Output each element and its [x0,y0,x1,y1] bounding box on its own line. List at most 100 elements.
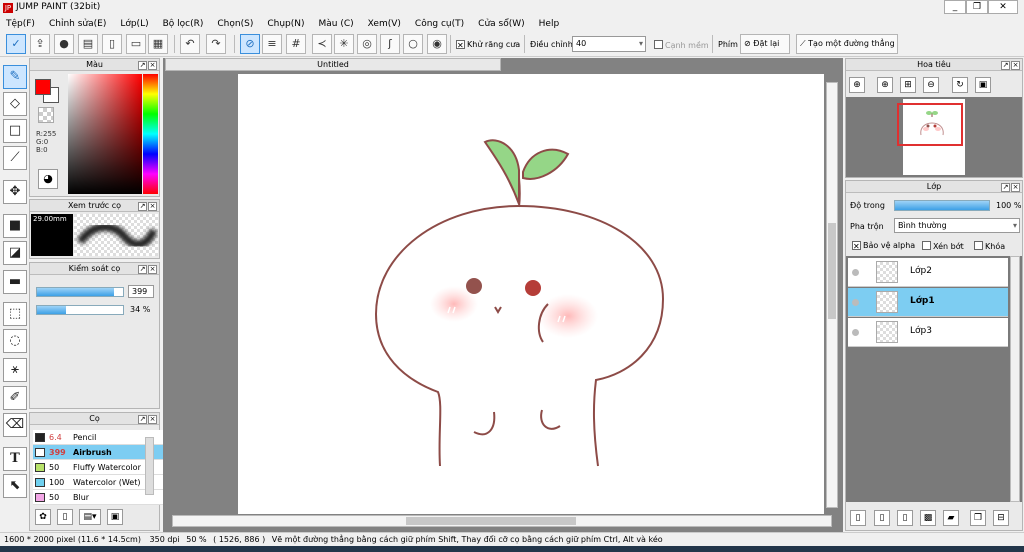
zoom-in-icon[interactable]: ⊕ [877,77,893,93]
layer-folder-icon[interactable]: ▰ [943,510,959,526]
magic-wand-tool-icon[interactable]: ⚹ [3,358,27,382]
menu-capture[interactable]: Chụp(N) [267,17,304,31]
menu-color[interactable]: Màu (C) [319,17,354,31]
undock-icon[interactable]: ↗ [1001,183,1010,192]
comment-icon[interactable]: ● [54,34,74,54]
operation-tool-icon[interactable]: ⬉ [3,474,27,498]
undo-icon[interactable]: ↶ [180,34,200,54]
undock-icon[interactable]: ↗ [138,415,147,424]
grid-ruler-icon[interactable]: # [286,34,306,54]
select-eraser-tool-icon[interactable]: ⌫ [3,413,27,437]
visibility-icon[interactable] [852,299,859,306]
brush-menu-icon[interactable]: ▤▾ [79,509,101,525]
lasso-tool-icon[interactable]: ◌ [3,329,27,353]
canvas-tab[interactable]: Untitled [165,58,501,71]
brush-size-slider[interactable] [36,287,124,297]
zoom-out-icon[interactable]: ⊖ [923,77,939,93]
undock-icon[interactable]: ↗ [138,202,147,211]
clipping-checkbox[interactable] [922,241,931,250]
close-button[interactable]: ✕ [988,0,1018,14]
redo-icon[interactable]: ↷ [206,34,226,54]
layer-row-lop2[interactable]: Lớp2 [848,258,1008,287]
rectangle-select-tool-icon[interactable]: □ [3,119,27,143]
horizontal-scroll-thumb[interactable] [406,517,576,525]
blend-mode-select[interactable]: Bình thường ▾ [894,218,1020,233]
menu-view[interactable]: Xem(V) [368,17,401,31]
check-icon[interactable]: ✓ [6,34,26,54]
symmetry-ruler-icon[interactable]: ◉ [427,34,447,54]
foreground-color-swatch[interactable] [35,79,51,95]
menu-help[interactable]: Help [539,17,560,31]
brush-settings-icon[interactable]: ✿ [35,509,51,525]
menu-edit[interactable]: Chỉnh sửa(E) [49,17,106,31]
line-tool-icon[interactable]: ⟋ [3,146,27,170]
note-icon[interactable]: ▤ [78,34,98,54]
antialias-toggle[interactable]: ✕ Khử răng cưa [456,40,520,50]
protect-alpha-toggle[interactable]: ✕ Bảo vệ alpha [852,241,915,251]
visibility-icon[interactable] [852,329,859,336]
protect-alpha-checkbox[interactable]: ✕ [852,241,861,251]
close-icon[interactable]: × [148,415,157,424]
brush-size-input[interactable]: 399 [128,285,154,298]
eraser-tool-icon[interactable]: ◇ [3,92,27,116]
smooth-toggle[interactable]: Cạnh mềm [654,40,709,50]
close-icon[interactable]: × [1011,61,1020,70]
lock-checkbox[interactable] [974,241,983,250]
close-icon[interactable]: × [148,265,157,274]
canvas[interactable] [238,74,824,514]
text-tool-icon[interactable]: T [3,447,27,471]
new-brush-icon[interactable]: ▯ [57,509,73,525]
perspective-ruler-icon[interactable]: ≺ [312,34,332,54]
hue-slider[interactable] [143,74,158,194]
zoom-fit-icon[interactable]: ⊕ [849,77,865,93]
menu-window[interactable]: Cửa sổ(W) [478,17,524,31]
ellipse-ruler-icon[interactable]: ○ [403,34,423,54]
gradient-tool-icon[interactable]: ▬ [3,270,27,294]
vertical-scroll-thumb[interactable] [828,223,836,319]
close-icon[interactable]: × [148,61,157,70]
menu-tools[interactable]: Công cụ(T) [415,17,464,31]
new-1bit-layer-icon[interactable]: ▯ [874,510,890,526]
menu-filter[interactable]: Bộ lọc(R) [163,17,204,31]
canvas-horizontal-scrollbar[interactable] [172,515,832,527]
smooth-checkbox[interactable] [654,40,663,49]
ruler-off-icon[interactable]: ⊘ [240,34,260,54]
halftone-layer-icon[interactable]: ▩ [920,510,936,526]
fit-window-icon[interactable]: ⊞ [900,77,916,93]
reset-button[interactable]: ⊘ Đặt lại [740,34,790,54]
rotate-icon[interactable]: ↻ [952,77,968,93]
brush-tool-icon[interactable]: ✎ [3,65,27,89]
layer-opacity-slider[interactable] [894,200,990,211]
canvas-vertical-scrollbar[interactable] [826,82,838,508]
clipping-toggle[interactable]: Xén bớt [922,241,964,251]
document-icon[interactable]: ▯ [102,34,122,54]
curve-ruler-icon[interactable]: ʃ [380,34,400,54]
visibility-icon[interactable] [852,269,859,276]
new-layer-icon[interactable]: ▯ [850,510,866,526]
minimize-button[interactable]: _ [944,0,966,14]
layer-row-lop1[interactable]: Lớp1 [848,288,1008,317]
brush-list-scrollbar[interactable] [145,437,154,495]
new-8bit-layer-icon[interactable]: ▯ [897,510,913,526]
undock-icon[interactable]: ↗ [1001,61,1010,70]
layer-list-scrollbar[interactable] [1010,256,1020,502]
menu-file[interactable]: Tệp(F) [6,17,35,31]
grid-icon[interactable]: ▦ [148,34,168,54]
undock-icon[interactable]: ↗ [138,61,147,70]
restore-button[interactable]: ❐ [966,0,988,14]
radial-ruler-icon[interactable]: ✳ [334,34,354,54]
concentric-ruler-icon[interactable]: ◎ [357,34,377,54]
brush-properties-icon[interactable]: ▣ [107,509,123,525]
close-icon[interactable]: × [148,202,157,211]
page-icon[interactable]: ▭ [126,34,146,54]
saturation-value-picker[interactable] [68,74,142,194]
transparent-color-swatch[interactable] [38,107,54,123]
share-icon[interactable]: ⇪ [30,34,50,54]
merge-layer-icon[interactable]: ⊟ [993,510,1009,526]
select-rect-tool-icon[interactable]: ⬚ [3,302,27,326]
close-icon[interactable]: × [1011,183,1020,192]
undock-icon[interactable]: ↗ [138,265,147,274]
layer-row-lop3[interactable]: Lớp3 [848,318,1008,347]
antialias-checkbox[interactable]: ✕ [456,40,465,50]
palette-icon[interactable]: ◕ [38,169,58,189]
